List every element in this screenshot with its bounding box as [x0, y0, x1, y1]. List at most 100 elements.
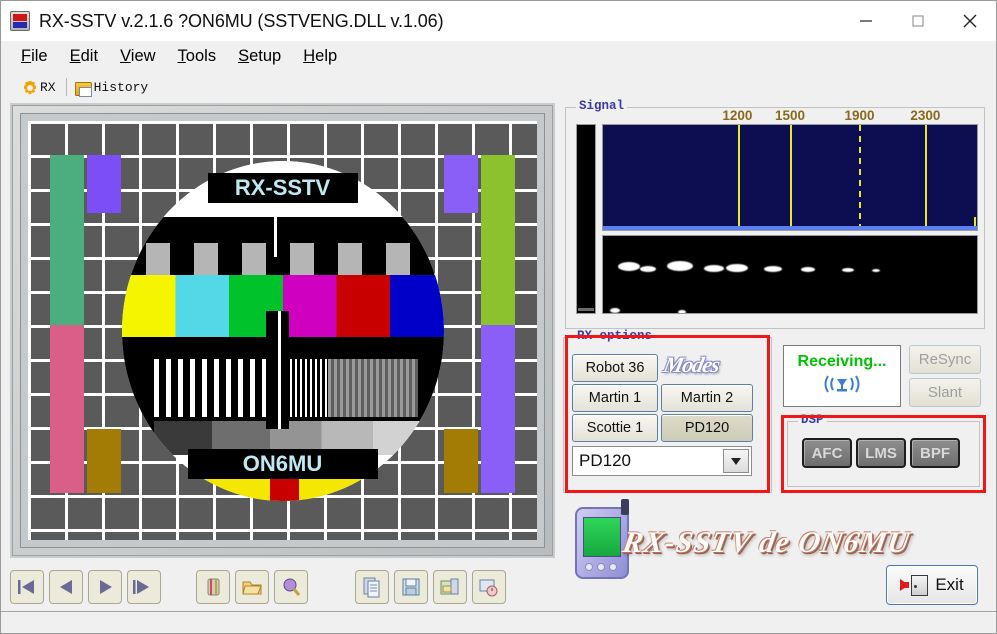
signal-group: Signal 1200 1500 1900 2300	[565, 99, 985, 329]
waterfall-trace	[842, 268, 855, 272]
last-frame-button[interactable]	[127, 570, 161, 604]
status-bar	[1, 611, 996, 633]
save-button[interactable]	[394, 570, 428, 604]
waterfall-trace	[610, 308, 621, 313]
tab-history[interactable]: History	[69, 78, 157, 99]
waterfall-trace	[763, 266, 782, 272]
testcard-top-label: RX-SSTV	[207, 173, 358, 203]
menu-file-rest: ile	[31, 46, 48, 65]
folder-icon	[74, 81, 92, 97]
menu-view-rest: iew	[130, 46, 156, 65]
resync-button[interactable]: ReSync	[909, 345, 981, 374]
frequency-label-1200: 1200	[722, 108, 753, 123]
waterfall-trace	[617, 262, 640, 271]
waterfall-trace	[703, 265, 724, 272]
spectrum-marker-1200	[737, 125, 740, 230]
menu-file[interactable]: File	[10, 45, 59, 68]
grating-fine	[327, 358, 418, 417]
gear-icon	[23, 81, 37, 95]
side-bar-right-inner-bottom	[444, 429, 478, 493]
tab-strip: RX History	[1, 71, 996, 99]
side-bar-right-outer-bottom	[481, 325, 515, 493]
image-viewport[interactable]: RX-SSTV ON6MU	[21, 114, 544, 547]
menu-tools-rest: ools	[185, 46, 217, 65]
brand-text: RX-SSTV de ON6MU	[620, 526, 914, 559]
side-bar-right-inner-top	[444, 155, 478, 213]
exit-door-icon	[900, 574, 929, 596]
receiving-label: Receiving...	[797, 352, 887, 370]
menu-setup[interactable]: Setup	[227, 45, 292, 68]
grating-coarse	[153, 358, 270, 417]
waterfall-trace	[726, 264, 749, 272]
circle-black-band	[121, 216, 444, 243]
menu-setup-rest: etup	[249, 46, 282, 65]
exit-button[interactable]: Exit	[886, 565, 978, 605]
waterfall-trace	[677, 310, 686, 313]
waterfall-trace	[640, 266, 657, 272]
testcard-bottom-label: ON6MU	[187, 449, 378, 479]
previous-frame-button[interactable]	[49, 570, 83, 604]
received-image-testcard: RX-SSTV ON6MU	[28, 121, 537, 540]
menu-edit[interactable]: Edit	[59, 45, 109, 68]
menu-view[interactable]: View	[109, 45, 166, 68]
side-bar-left-outer-bottom	[50, 325, 84, 493]
maximize-button[interactable]	[892, 1, 944, 41]
waterfall-trace	[666, 261, 693, 271]
spectrum-display[interactable]	[602, 124, 978, 231]
exit-button-label: Exit	[935, 575, 964, 594]
side-bar-right-outer-top	[481, 155, 515, 325]
circle-center-tick-top	[274, 216, 278, 257]
tab-rx-label: RX	[40, 80, 56, 95]
play-button[interactable]	[88, 570, 122, 604]
save-as-button[interactable]	[433, 570, 467, 604]
tab-rx[interactable]: RX	[17, 78, 64, 99]
copy-button[interactable]	[355, 570, 389, 604]
rx-options-highlight	[565, 335, 770, 493]
circle-castellation-band	[121, 242, 444, 275]
circle-center-hairline	[277, 310, 281, 429]
close-button[interactable]	[944, 1, 996, 41]
vu-meter	[576, 124, 596, 314]
window-controls	[840, 1, 996, 41]
slant-button[interactable]: Slant	[909, 378, 981, 407]
waterfall-trace	[872, 269, 881, 272]
spectrum-baseline	[603, 226, 977, 230]
magnifier-button[interactable]	[274, 570, 308, 604]
open-folder-button[interactable]	[235, 570, 269, 604]
minimize-button[interactable]	[840, 1, 892, 41]
pda-buttons	[585, 563, 617, 571]
delete-button[interactable]	[196, 570, 230, 604]
tab-history-label: History	[93, 80, 149, 95]
spectrum-marker-1900	[859, 125, 862, 230]
capture-button[interactable]	[472, 570, 506, 604]
dsp-highlight	[781, 415, 986, 493]
frequency-label-1500: 1500	[774, 108, 806, 123]
image-pane: RX-SSTV ON6MU	[1, 99, 561, 633]
window-title: RX-SSTV v.2.1.6 ?ON6MU (SSTVENG.DLL v.1.…	[39, 10, 444, 31]
menu-edit-rest: dit	[80, 46, 99, 65]
waterfall-display[interactable]	[602, 235, 978, 314]
side-bar-left-inner-top	[87, 155, 121, 213]
frequency-label-2300: 2300	[910, 108, 941, 123]
menu-help-rest: elp	[315, 46, 338, 65]
side-bar-left-inner-bottom	[87, 429, 121, 493]
title-bar: RX-SSTV v.2.1.6 ?ON6MU (SSTVENG.DLL v.1.…	[1, 1, 996, 41]
image-frame: RX-SSTV ON6MU	[10, 103, 555, 558]
brand-logo: RX-SSTV de ON6MU	[575, 499, 914, 579]
frequency-label-1900: 1900	[844, 108, 875, 123]
main-area: RX-SSTV ON6MU Signal 1200 1500 1900 2300…	[1, 99, 996, 633]
app-icon	[10, 11, 30, 31]
side-bar-left-outer-top	[50, 155, 84, 325]
pda-icon	[575, 499, 629, 579]
application-window: RX-SSTV v.2.1.6 ?ON6MU (SSTVENG.DLL v.1.…	[0, 0, 997, 634]
first-frame-button[interactable]	[10, 570, 44, 604]
menu-bar: File Edit View Tools Setup Help	[1, 41, 996, 71]
spectrum-marker-2300	[924, 125, 927, 230]
spectrum-marker-1500	[790, 125, 792, 230]
menu-help[interactable]: Help	[292, 45, 348, 68]
menu-tools[interactable]: Tools	[167, 45, 228, 68]
control-pane: Signal 1200 1500 1900 2300 RX options Ro…	[561, 99, 996, 633]
bottom-toolbar	[10, 564, 555, 610]
antenna-icon	[820, 373, 864, 400]
receiving-status: Receiving...	[783, 345, 901, 407]
